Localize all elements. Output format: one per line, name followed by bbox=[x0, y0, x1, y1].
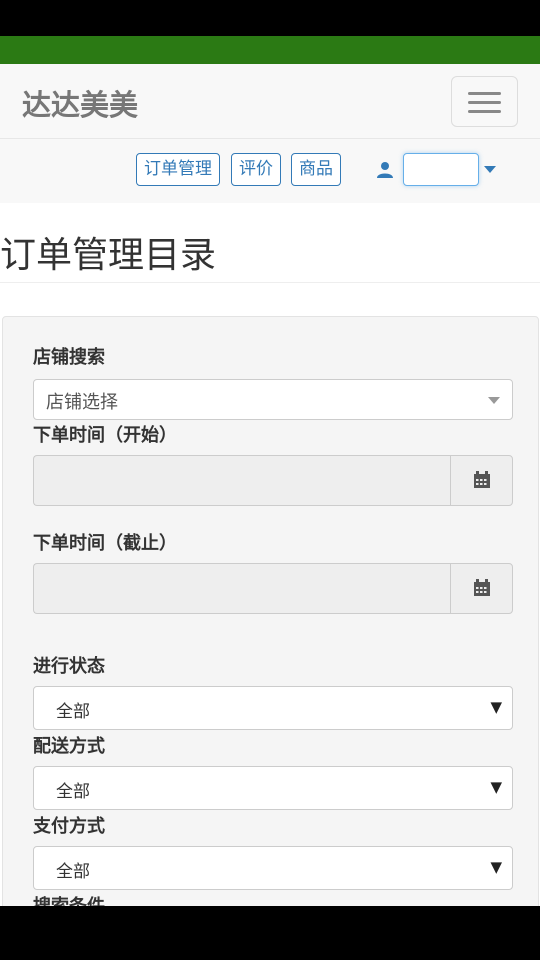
nav-link-products[interactable]: 商品 bbox=[291, 153, 341, 186]
user-icon bbox=[377, 162, 393, 178]
calendar-icon bbox=[474, 579, 490, 596]
progress-status-label: 进行状态 bbox=[33, 656, 105, 677]
browser-top-bar bbox=[0, 36, 540, 64]
calendar-icon bbox=[474, 471, 490, 488]
order-time-start-input[interactable] bbox=[33, 455, 451, 506]
divider bbox=[0, 282, 540, 283]
navbar: 达达美美 bbox=[0, 64, 540, 139]
store-select-placeholder: 店铺选择 bbox=[46, 392, 118, 413]
nav-link-reviews[interactable]: 评价 bbox=[231, 153, 281, 186]
payment-method-select[interactable]: 全部 ▼ bbox=[33, 846, 513, 890]
progress-status-select[interactable]: 全部 ▼ bbox=[33, 686, 513, 730]
menu-icon bbox=[468, 110, 501, 113]
search-panel: 店铺搜索 店铺选择 下单时间（开始） 下单时间（截止） 进行状态 全部 ▼ 配送… bbox=[2, 316, 539, 906]
select-arrow-icon: ▼ bbox=[490, 698, 502, 716]
order-time-end-calendar-button[interactable] bbox=[450, 563, 513, 614]
app-screen: 达达美美 订单管理 评价 商品 订单管理目录 店铺搜索 店铺选择 下单时间（开始… bbox=[0, 64, 540, 906]
delivery-method-select[interactable]: 全部 ▼ bbox=[33, 766, 513, 810]
order-time-end-group bbox=[33, 563, 513, 614]
system-status-bar bbox=[0, 0, 540, 36]
select-arrow-icon: ▼ bbox=[490, 858, 502, 876]
search-conditions-label: 搜索条件 bbox=[33, 892, 105, 906]
order-time-start-calendar-button[interactable] bbox=[450, 455, 513, 506]
caret-down-icon[interactable] bbox=[484, 166, 496, 173]
order-time-start-label: 下单时间（开始） bbox=[33, 425, 177, 446]
order-time-end-label: 下单时间（截止） bbox=[33, 533, 177, 554]
store-search-label: 店铺搜索 bbox=[33, 347, 105, 368]
delivery-method-value: 全部 bbox=[56, 782, 90, 802]
nav-link-orders[interactable]: 订单管理 bbox=[136, 153, 220, 186]
menu-icon bbox=[468, 92, 501, 95]
payment-method-label: 支付方式 bbox=[33, 816, 105, 837]
order-time-end-input[interactable] bbox=[33, 563, 451, 614]
select-arrow-icon: ▼ bbox=[490, 778, 502, 796]
delivery-method-label: 配送方式 bbox=[33, 736, 105, 757]
brand-logo[interactable]: 达达美美 bbox=[22, 82, 138, 124]
progress-status-value: 全部 bbox=[56, 702, 90, 722]
order-time-start-group bbox=[33, 455, 513, 506]
page-title: 订单管理目录 bbox=[0, 235, 217, 276]
menu-toggle-button[interactable] bbox=[451, 76, 518, 127]
chevron-down-icon bbox=[488, 397, 500, 404]
user-dropdown[interactable] bbox=[403, 153, 479, 186]
system-nav-bar bbox=[0, 906, 540, 960]
nav-links: 订单管理 评价 商品 bbox=[0, 139, 540, 203]
payment-method-value: 全部 bbox=[56, 862, 90, 882]
menu-icon bbox=[468, 101, 501, 104]
store-select[interactable]: 店铺选择 bbox=[33, 379, 513, 420]
